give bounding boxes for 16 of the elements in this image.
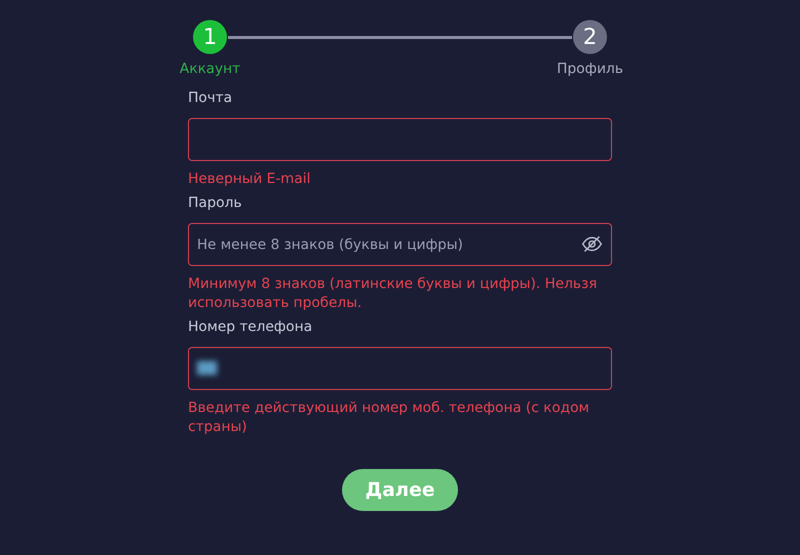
input-field[interactable] [188, 118, 612, 161]
field-label: Номер телефона [188, 319, 314, 337]
step-number[interactable]: 2 [573, 20, 607, 54]
field-label: Почта [188, 90, 234, 108]
step-label: Профиль [556, 61, 624, 77]
blurred-flag-icon [197, 361, 217, 375]
input-field[interactable]: Не менее 8 знаков (буквы и цифры) [188, 223, 612, 266]
input-field[interactable] [188, 347, 612, 390]
error-message: Неверный E-mail [188, 170, 312, 189]
error-message: Минимум 8 знаков (латинские буквы и цифры). Нельзя использовать пробелы. [188, 275, 598, 313]
eye-slash-icon[interactable] [581, 233, 603, 255]
step-number[interactable]: 1 [193, 20, 227, 54]
error-message: Введите действующий номер моб. телефона (с кодом страны) [188, 399, 590, 437]
step-label: Аккаунт [180, 61, 240, 77]
field-label: Пароль [188, 195, 243, 213]
next-button[interactable]: Далее [342, 469, 458, 511]
